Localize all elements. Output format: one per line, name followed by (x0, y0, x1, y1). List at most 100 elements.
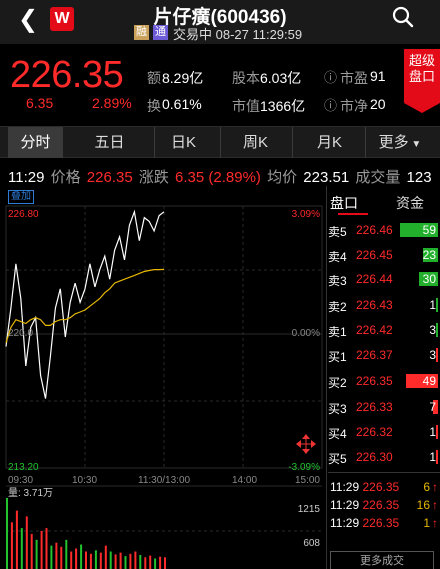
tab-daily-k[interactable]: 日K (156, 127, 211, 158)
pct-top-label: 3.09% (292, 209, 320, 220)
orderbook-volume-bar (436, 323, 438, 337)
volume-bar (134, 551, 137, 569)
orderbook-volume: 3 (429, 323, 436, 337)
volume-tick-1: 1215 (298, 504, 321, 515)
volume-bar (40, 531, 43, 569)
move-arrows-icon[interactable] (296, 434, 316, 454)
volume-bar (114, 554, 117, 569)
volume-bars (6, 498, 166, 569)
arrow-up-icon: ↑ (432, 516, 438, 530)
intraday-chart[interactable]: 226.80 3.09% 220.0 0.00% 213.20 -3.09% 0… (0, 186, 325, 569)
active-tab-underline (338, 213, 368, 215)
orderbook-row[interactable]: 买2 226.35 49 (328, 370, 440, 392)
volume-bar (35, 539, 38, 569)
trade-row: 11:29 226.35 6 ↑ (330, 480, 440, 498)
tab-five-day[interactable]: 五日 (82, 127, 137, 158)
chart-tab-bar: 分时 五日 日K 周K 月K 更多 ▼ (0, 126, 440, 158)
volume-label: 量: 3.71万 (8, 487, 53, 499)
pb-label: 市净 (340, 98, 368, 114)
caret-down-icon: ▼ (408, 139, 422, 150)
super-orderbook-button[interactable]: 超级 盘口 (404, 49, 440, 113)
orderbook-volume: 1 (429, 298, 436, 312)
info-avg: 223.51 (303, 169, 350, 186)
tab-capital-flow[interactable]: 资金 (396, 193, 424, 213)
volume-bar (129, 553, 132, 569)
volume-bar (159, 556, 162, 569)
orderbook-price: 226.35 (356, 374, 393, 388)
orderbook-row[interactable]: 买4 226.32 1 (328, 421, 440, 443)
info-time: 11:29 (8, 169, 45, 186)
info-volume-label: 成交量 (355, 169, 401, 186)
info-circle-icon[interactable]: ⓘ (324, 95, 337, 114)
pct-mid-label: 0.00% (292, 328, 320, 339)
tab-monthly-k[interactable]: 月K (302, 127, 357, 158)
volume-bar (25, 516, 28, 569)
orderbook-level-label: 卖2 (328, 300, 347, 314)
orderbook-row[interactable]: 卖4 226.45 23 (328, 244, 440, 266)
volume-bar (164, 557, 166, 569)
volume-bar (124, 556, 127, 569)
orderbook-volume: 59 (422, 223, 436, 237)
volume-bar (50, 545, 53, 569)
volume-bar (30, 533, 33, 569)
orderbook-row[interactable]: 卖2 226.43 1 (328, 294, 440, 316)
volume-bar (75, 548, 78, 569)
orderbook-level-label: 卖1 (328, 325, 347, 339)
orderbook-divider (328, 472, 440, 473)
orderbook-price: 226.43 (356, 298, 393, 312)
orderbook-level-label: 卖3 (328, 274, 347, 288)
search-icon[interactable] (392, 6, 414, 28)
tab-more[interactable]: 更多 ▼ (370, 127, 430, 158)
market-cap-value: 1366亿 (260, 98, 306, 114)
orderbook-volume: 30 (422, 272, 436, 286)
more-trades-button[interactable]: 更多成交 (330, 551, 434, 569)
orderbook-row[interactable]: 买1 226.37 3 (328, 344, 440, 366)
connect-tag: 通 (153, 25, 168, 40)
orderbook-row[interactable]: 买5 226.30 1 (328, 446, 440, 468)
tab-weekly-k[interactable]: 周K (228, 127, 283, 158)
info-price-label: 价格 (50, 169, 81, 186)
orderbook-volume-bar (436, 425, 438, 439)
volume-bar (10, 522, 13, 569)
trade-row: 11:29 226.35 16 ↑ (330, 498, 440, 516)
crosshair-info-line: 11:29 价格 226.35 涨跌 6.35 (2.89%) 均价 223.5… (8, 166, 434, 187)
turnover-label: 换 (147, 98, 161, 114)
volume-bar (85, 551, 87, 569)
volume-bar (70, 551, 73, 569)
orderbook-row[interactable]: 买3 226.33 7 (328, 396, 440, 418)
info-change-label: 涨跌 (138, 169, 169, 186)
x-label-0930: 09:30 (8, 475, 33, 486)
overlay-button[interactable]: 叠加 (8, 190, 34, 204)
arrow-up-icon: ↑ (432, 480, 438, 494)
pe-label: 市盈 (340, 70, 368, 86)
volume-bar (55, 542, 58, 569)
volume-bar (89, 553, 92, 569)
trade-price: 226.35 (359, 516, 400, 530)
orderbook-row[interactable]: 卖5 226.46 59 (328, 219, 440, 241)
y-axis-top-label: 226.80 (8, 209, 39, 220)
orderbook-level-label: 卖4 (328, 250, 347, 264)
info-avg-label: 均价 (267, 169, 298, 186)
info-circle-icon[interactable]: ⓘ (324, 67, 337, 86)
volume-bar (149, 555, 152, 569)
orderbook-price: 226.33 (356, 400, 393, 414)
orderbook-price: 226.32 (356, 425, 393, 439)
amount-value: 8.29亿 (162, 70, 204, 86)
volume-bar (45, 528, 48, 569)
orderbook-row[interactable]: 卖3 226.44 30 (328, 268, 440, 290)
orderbook-price: 226.44 (356, 272, 393, 286)
volume-bar (104, 545, 107, 569)
pct-bottom-label: -3.09% (288, 462, 320, 473)
amount-label: 额 (147, 70, 161, 86)
tab-orderbook[interactable]: 盘口 (330, 193, 358, 213)
volume-bar (60, 546, 63, 569)
share-capital-value: 6.03亿 (260, 70, 302, 86)
volume-bar (99, 552, 102, 569)
orderbook-price: 226.46 (356, 223, 393, 237)
x-label-1030: 10:30 (72, 475, 97, 486)
orderbook-volume: 49 (422, 374, 436, 388)
orderbook-row[interactable]: 卖1 226.42 3 (328, 319, 440, 341)
tab-intraday[interactable]: 分时 (8, 127, 63, 158)
trade-time: 11:29 (330, 498, 360, 512)
tab-more-label: 更多 (378, 134, 409, 151)
